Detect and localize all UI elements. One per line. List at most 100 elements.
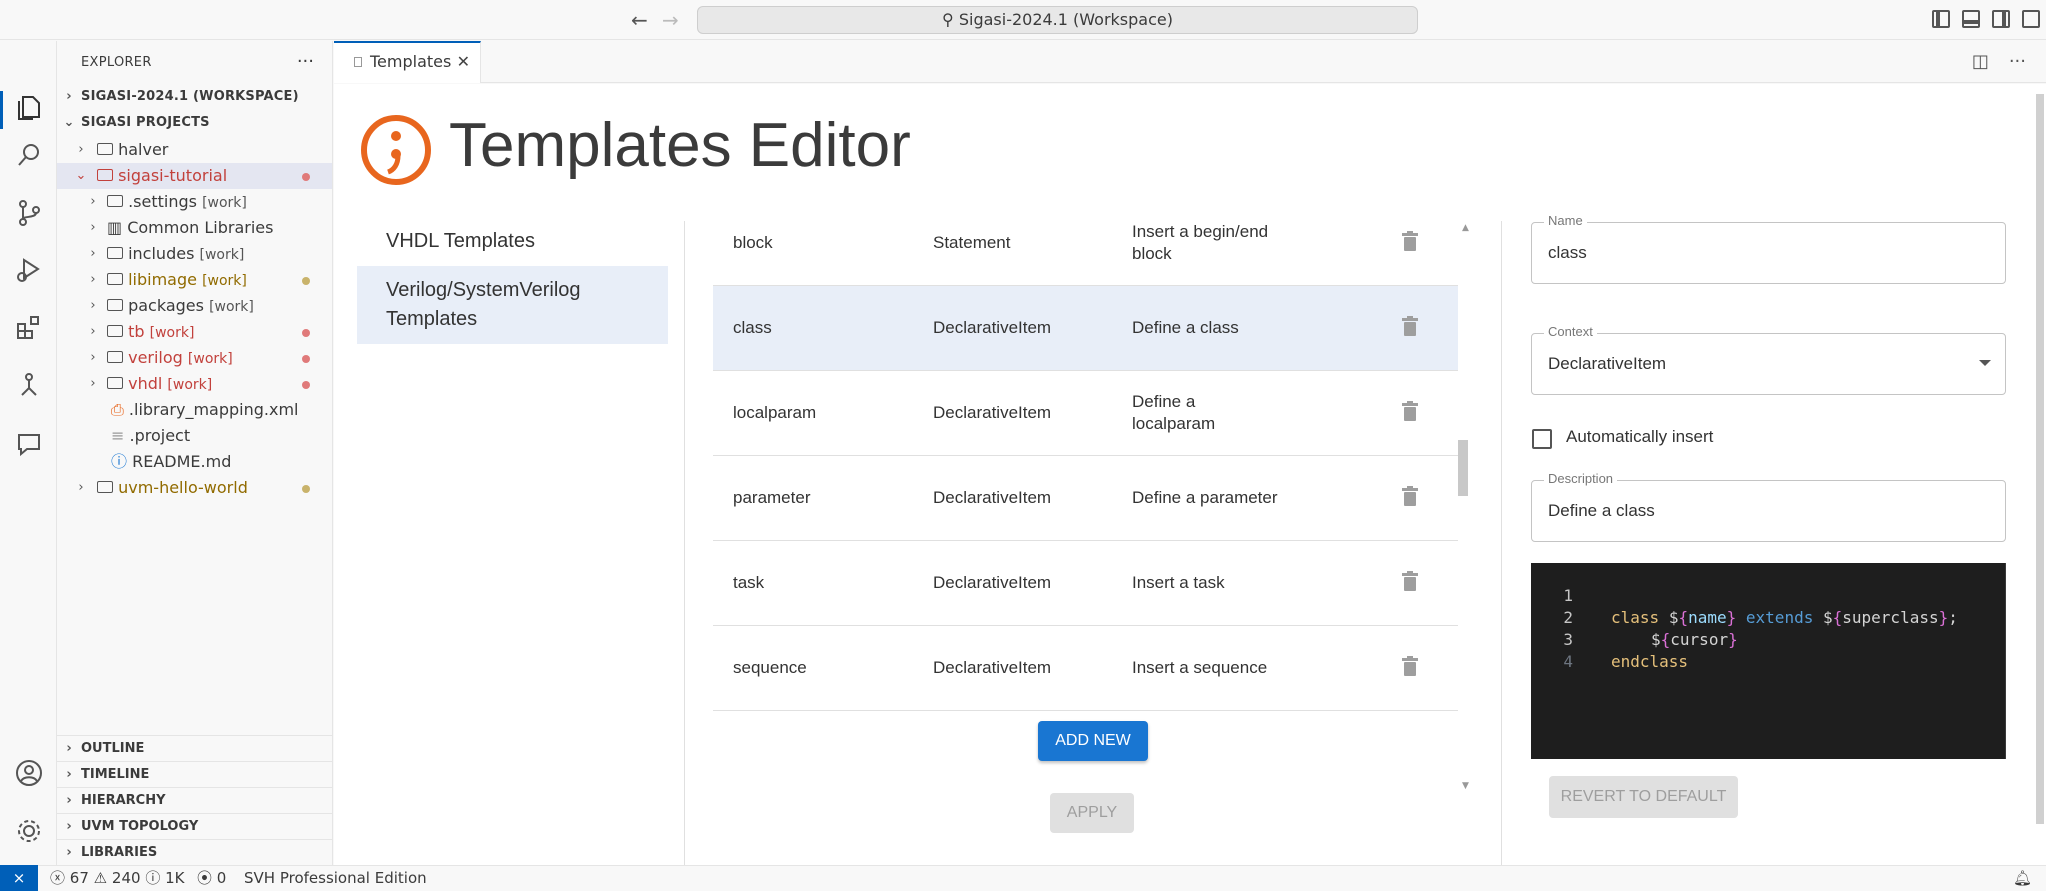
add-new-button[interactable]: ADD NEW <box>1038 721 1148 761</box>
library-tag: [work] <box>187 351 233 367</box>
section-libraries[interactable]: › LIBRARIES <box>57 839 332 865</box>
apply-button[interactable]: APPLY <box>1050 793 1134 833</box>
tree-item-vhdl[interactable]: › vhdl [work] <box>57 371 332 397</box>
code-ruler <box>2005 563 2006 759</box>
template-name: block <box>733 233 773 252</box>
edition-label[interactable]: SVH Professional Edition <box>244 866 427 890</box>
tree-item-common-libraries[interactable]: › ▥ Common Libraries <box>57 215 332 241</box>
problems-indicator[interactable]: ⓧ 67 ⚠ 240 ⓘ 1K <box>50 866 185 890</box>
tree-item-halver[interactable]: › halver <box>57 137 332 163</box>
explorer-header: EXPLORER <box>81 55 152 70</box>
trash-icon[interactable] <box>1402 231 1418 251</box>
tree-item-packages[interactable]: › packages [work] <box>57 293 332 319</box>
template-context: Statement <box>933 233 1011 252</box>
table-scrollbar[interactable]: ▲ ▼ <box>1459 221 1473 791</box>
scroll-down-icon[interactable]: ▼ <box>1462 781 1469 791</box>
tree-item-includes[interactable]: › includes [work] <box>57 241 332 267</box>
name-field[interactable]: Name class <box>1531 213 2006 284</box>
sigasi-hierarchy-icon[interactable] <box>14 371 44 401</box>
extensions-icon[interactable] <box>14 313 44 343</box>
template-code-editor[interactable]: 1 class ${name} extends ${superclass}; 2… <box>1531 563 2006 759</box>
more-actions-icon[interactable]: ··· <box>2009 51 2026 72</box>
workspace-label: SIGASI-2024.1 (WORKSPACE) <box>81 89 299 104</box>
forward-arrow-icon[interactable]: → <box>662 8 679 32</box>
section-outline[interactable]: › OUTLINE <box>57 735 332 761</box>
run-debug-icon[interactable] <box>14 255 44 285</box>
folder-icon <box>107 376 123 389</box>
tree-item-settings[interactable]: › .settings [work] <box>57 189 332 215</box>
table-row[interactable]: parameter DeclarativeItem Define a param… <box>713 456 1458 541</box>
lang-item-verilog[interactable]: Verilog/SystemVerilog Templates <box>357 266 668 344</box>
chat-icon[interactable] <box>14 429 44 459</box>
lang-item-vhdl[interactable]: VHDL Templates <box>357 217 668 266</box>
more-actions-icon[interactable]: ··· <box>297 51 314 72</box>
table-row[interactable]: sequence DeclarativeItem Insert a sequen… <box>713 626 1458 711</box>
toggle-panel-icon[interactable] <box>1962 10 1980 28</box>
scroll-up-icon[interactable]: ▲ <box>1462 223 1469 233</box>
table-scroll-thumb[interactable] <box>1458 440 1468 496</box>
chevron-right-icon: › <box>66 767 72 782</box>
tree-item-verilog[interactable]: › verilog [work] <box>57 345 332 371</box>
bell-icon[interactable]: 🔔︎ <box>2013 866 2032 890</box>
tree-item-label: tb <box>128 322 145 341</box>
section-timeline[interactable]: › TIMELINE <box>57 761 332 787</box>
template-context: DeclarativeItem <box>933 318 1052 337</box>
chevron-right-icon: › <box>90 272 96 287</box>
tab-templates[interactable]: Templates ✕ <box>334 41 481 83</box>
table-row[interactable]: localparam DeclarativeItem Define a loca… <box>713 371 1458 456</box>
close-icon[interactable]: ✕ <box>457 43 470 81</box>
tree-item-uvm-hello-world[interactable]: › uvm-hello-world <box>57 475 332 501</box>
description-field[interactable]: Description Define a class <box>1531 471 2006 542</box>
workspace-section[interactable]: › SIGASI-2024.1 (WORKSPACE) <box>57 84 332 110</box>
revert-to-default-button[interactable]: REVERT TO DEFAULT <box>1549 776 1738 818</box>
ports-count: 0 <box>216 869 227 887</box>
ports-indicator[interactable]: ⦿ 0 <box>197 866 226 890</box>
auto-insert-checkbox[interactable] <box>1532 429 1552 449</box>
section-hierarchy[interactable]: › HIERARCHY <box>57 787 332 813</box>
description-field-value[interactable]: Define a class <box>1548 481 1655 541</box>
template-context: DeclarativeItem <box>933 403 1052 422</box>
trash-icon[interactable] <box>1402 316 1418 336</box>
name-field-value[interactable]: class <box>1548 223 1587 283</box>
gear-icon[interactable] <box>14 816 44 846</box>
split-editor-icon[interactable]: ◫ <box>1972 51 1989 72</box>
projects-section[interactable]: ⌄ SIGASI PROJECTS <box>57 110 332 136</box>
template-language-list: VHDL Templates Verilog/SystemVerilog Tem… <box>357 217 668 344</box>
toggle-primary-sidebar-icon[interactable] <box>1932 10 1950 28</box>
search-icon[interactable] <box>14 140 44 170</box>
library-tag: [work] <box>149 325 195 341</box>
customize-layout-icon[interactable] <box>2022 10 2040 28</box>
folder-icon <box>97 142 113 155</box>
tree-item-sigasi-tutorial[interactable]: ⌄ sigasi-tutorial <box>57 163 332 189</box>
trash-icon[interactable] <box>1402 571 1418 591</box>
remote-indicator-icon[interactable]: ⨯ <box>0 865 38 891</box>
tree-item-libimage[interactable]: › libimage [work] <box>57 267 332 293</box>
table-row[interactable]: block Statement Insert a begin/end block <box>713 221 1458 286</box>
file-icon <box>354 57 362 67</box>
context-select[interactable]: Context DeclarativeItem <box>1531 324 2006 395</box>
account-icon[interactable] <box>14 758 44 788</box>
tree-item-project[interactable]: ≡ .project <box>57 423 332 449</box>
folder-icon <box>97 168 113 181</box>
tree-item-tb[interactable]: › tb [work] <box>57 319 332 345</box>
code-line: 4 <box>1531 629 2006 671</box>
command-center[interactable]: ⚲ Sigasi-2024.1 (Workspace) <box>697 6 1418 34</box>
trash-icon[interactable] <box>1402 401 1418 421</box>
table-row[interactable]: class DeclarativeItem Define a class <box>713 286 1458 371</box>
trash-icon[interactable] <box>1402 656 1418 676</box>
section-uvm-topology[interactable]: › UVM TOPOLOGY <box>57 813 332 839</box>
template-context: DeclarativeItem <box>933 488 1052 507</box>
toggle-secondary-sidebar-icon[interactable] <box>1992 10 2010 28</box>
source-control-icon[interactable] <box>14 198 44 228</box>
trash-icon[interactable] <box>1402 486 1418 506</box>
explorer-icon[interactable] <box>14 93 44 123</box>
table-row[interactable]: task DeclarativeItem Insert a task <box>713 541 1458 626</box>
command-center-label: Sigasi-2024.1 (Workspace) <box>958 10 1173 29</box>
problem-dot <box>302 173 310 181</box>
editor-scroll-thumb[interactable] <box>2036 94 2044 824</box>
tree-item-label: vhdl <box>128 374 163 393</box>
tree-item-readme[interactable]: ⓘ README.md <box>57 449 332 475</box>
template-name: parameter <box>733 488 811 507</box>
back-arrow-icon[interactable]: ← <box>631 8 648 32</box>
tree-item-library-mapping[interactable]: ⎙ .library_mapping.xml <box>57 397 332 423</box>
